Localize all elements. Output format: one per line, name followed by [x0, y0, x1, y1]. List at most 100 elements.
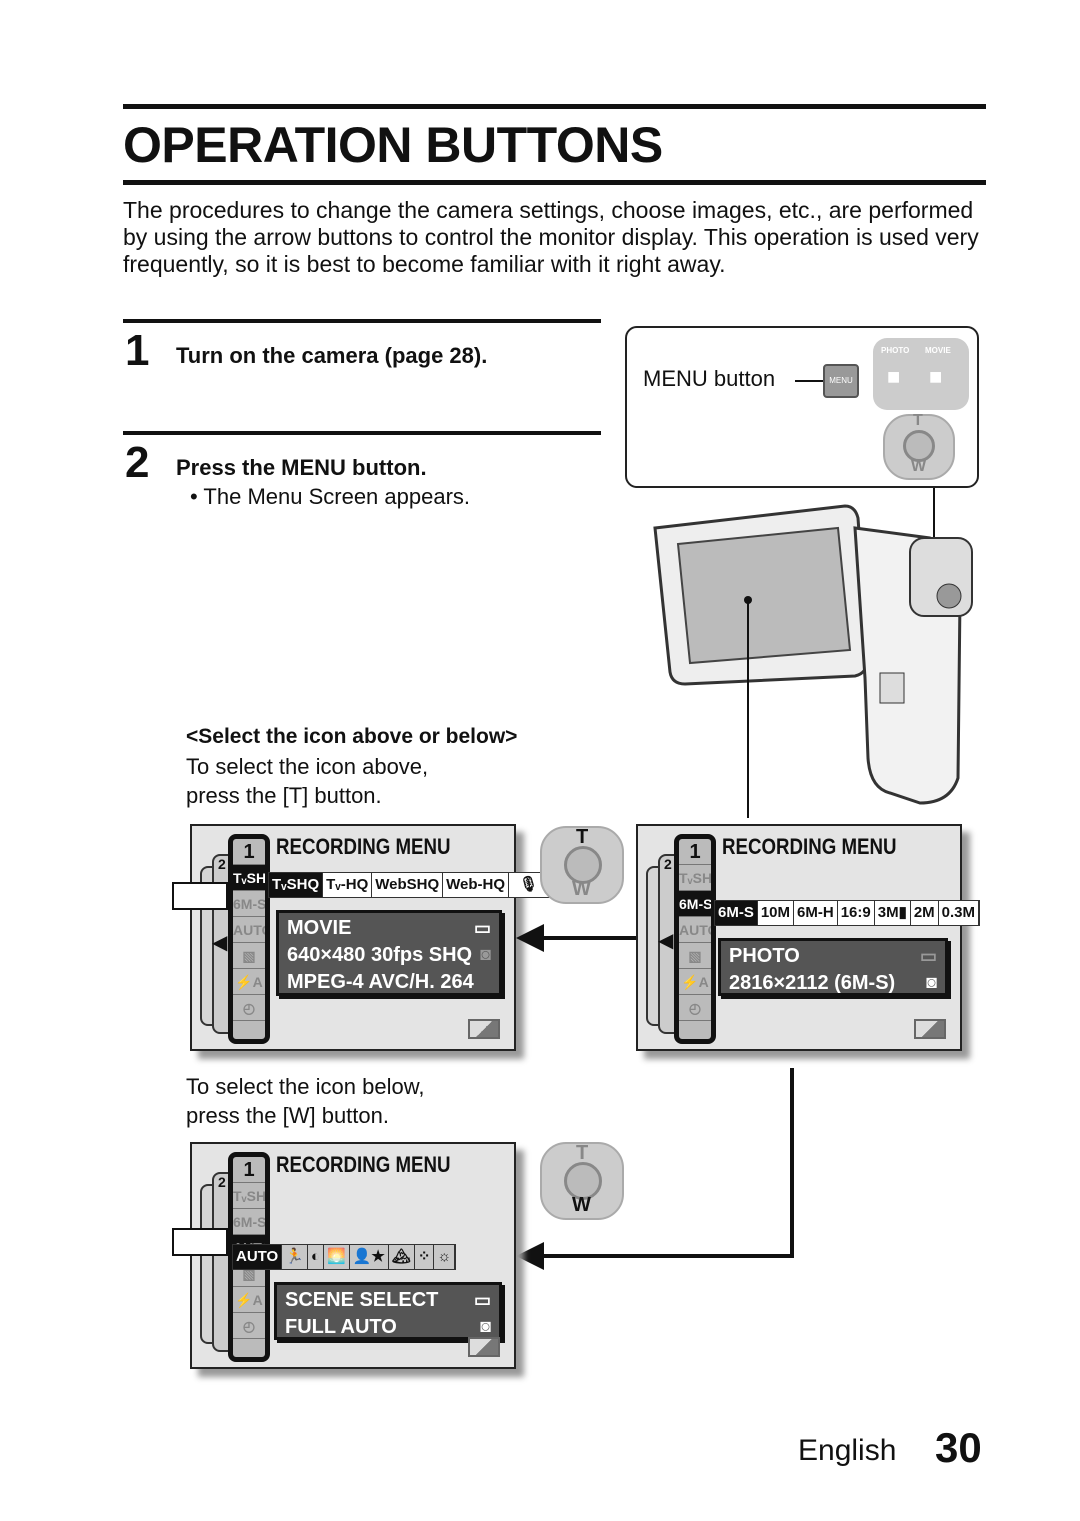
portrait-icon[interactable]: ◐ [308, 1245, 324, 1269]
option-icon[interactable]: 6M-S [715, 901, 758, 925]
movie-label: MOVIE [925, 346, 951, 355]
menu-flash[interactable]: ⚡A [233, 969, 265, 995]
sports-icon[interactable]: 🏃 [282, 1245, 308, 1269]
option-icon[interactable]: 2M [911, 901, 939, 925]
menu-flash[interactable]: ⚡A [233, 1287, 265, 1313]
screen-photo: 2 1 TᵥSHQ 6M-S AUTO ▧ ⚡A ◴ RECORDING MEN… [636, 824, 981, 1051]
step-1-number: 1 [125, 326, 150, 375]
mode-buttons: PHOTO MOVIE ■ ■ [873, 338, 969, 410]
info-panel: MOVIE 640×480 30fps SHQ MPEG-4 AVC/H. 26… [276, 910, 502, 996]
step-2-heading: Press the MENU button. [176, 455, 427, 480]
info-panel: PHOTO 2816×2112 (6M-S) ▭ ◙ [718, 938, 948, 996]
night-portrait-icon[interactable]: 👤★ [350, 1245, 389, 1269]
step-1-rule [123, 319, 601, 323]
arrow-line [540, 1254, 794, 1258]
menu-timer[interactable]: ◴ [233, 995, 265, 1021]
above-line-2: press the [T] button. [186, 783, 382, 808]
screen-title: RECORDING MENU [276, 1152, 451, 1177]
select-heading: <Select the icon above or below> [186, 725, 518, 748]
dial-t-pressed-icon: TW [540, 826, 624, 904]
screen-title: RECORDING MENU [276, 834, 451, 859]
leader-line [795, 380, 823, 382]
menu-flash[interactable]: ⚡A [679, 969, 711, 995]
battery-icon [468, 1337, 500, 1357]
video-icon[interactable]: ■ [929, 364, 942, 390]
step-2-rule [123, 431, 601, 435]
language-label: English [798, 1434, 897, 1467]
step-2-number: 2 [125, 438, 150, 487]
info-line: MPEG-4 AVC/H. 264 [287, 971, 474, 993]
step-2-bullet: • The Menu Screen appears. [190, 484, 471, 509]
arrow-line [540, 936, 636, 940]
intro-paragraph: The procedures to change the camera sett… [123, 197, 979, 277]
option-icon[interactable]: WebSHQ [372, 873, 444, 897]
info-line: 2816×2112 (6M-S) [729, 972, 896, 994]
info-line: 640×480 30fps SHQ [287, 944, 473, 966]
video-icon: ▭ [919, 946, 937, 966]
w-label: W [572, 878, 591, 900]
info-line: PHOTO [729, 945, 800, 967]
battery-icon [468, 1019, 500, 1039]
menu-resolution-photo[interactable]: 6M-S [679, 891, 711, 917]
video-icon: ▭ [473, 1290, 491, 1310]
option-icon[interactable]: 3M▮ [875, 901, 911, 925]
video-icon: ▭ [473, 918, 491, 938]
top-rule [123, 104, 986, 109]
menu-scene[interactable]: AUTO [679, 917, 711, 943]
below-line-2: press the [W] button. [186, 1103, 389, 1128]
tab-1[interactable]: 1 [233, 1157, 265, 1183]
tab-1-column: 1 TᵥSHQ 6M-S AUTO ▧ ⚡A ◴ [228, 834, 270, 1044]
camera-icon[interactable]: ■ [887, 364, 900, 390]
t-label: T [576, 1142, 589, 1164]
menu-resolution-movie[interactable]: TᵥSHQ [233, 1183, 265, 1209]
dial-w-pressed-icon: TW [540, 1142, 624, 1220]
menu-filter[interactable]: ▧ [679, 943, 711, 969]
pointer-arrow-icon [172, 1228, 228, 1256]
option-icon[interactable]: Web-HQ [443, 873, 510, 897]
option-icon[interactable]: 0.3M [939, 901, 980, 925]
menu-resolution-photo[interactable]: 6M-S [233, 1209, 265, 1235]
arrow-dial-icon[interactable]: T W [883, 412, 955, 480]
menu-filter[interactable]: ▧ [233, 943, 265, 969]
menu-scene[interactable]: AUTO [233, 917, 265, 943]
option-icon[interactable]: 6M-H [794, 901, 838, 925]
info-panel: SCENE SELECT FULL AUTO ▭ ◙ [274, 1282, 502, 1340]
arrow-head-icon [516, 1242, 544, 1270]
menu-timer[interactable]: ◴ [233, 1313, 265, 1339]
tab-1[interactable]: 1 [679, 839, 711, 865]
lamp-icon[interactable]: ☼ [434, 1245, 456, 1269]
tab-1-column: 1 TᵥSHQ 6M-S AUTO ▧ ⚡A ◴ [674, 834, 716, 1044]
menu-button-icon[interactable]: MENU [823, 364, 859, 398]
snow-beach-icon[interactable]: 🏔 [389, 1245, 415, 1269]
bullet-text: The Menu Screen appears. [203, 484, 471, 509]
menu-resolution-movie[interactable]: TᵥSHQ [679, 865, 711, 891]
pointer-arrow-icon [172, 882, 228, 910]
option-icon[interactable]: TᵥSHQ [269, 873, 324, 897]
left-triangle-icon: ◀ [658, 930, 674, 952]
t-label: T [576, 826, 589, 848]
page-title: OPERATION BUTTONS [123, 117, 663, 173]
tab-1[interactable]: 1 [233, 839, 265, 865]
menu-resolution-movie[interactable]: TᵥSHQ [233, 865, 265, 891]
page-number: 30 [935, 1424, 982, 1471]
fireworks-icon[interactable]: ⁘ [415, 1245, 435, 1269]
menu-timer[interactable]: ◴ [679, 995, 711, 1021]
icon-row: 6M-S 10M 6M-H 16:9 3M▮ 2M 0.3M [714, 900, 981, 926]
menu-resolution-photo[interactable]: 6M-S [233, 891, 265, 917]
screen-scene-select: 2 1 TᵥSHQ 6M-S AUTO ▧ ⚡A ◴ RECORDING MEN… [190, 1142, 516, 1369]
icon-row: TᵥSHQ Tᵥ-HQ WebSHQ Web-HQ 🎙 [268, 872, 551, 898]
option-icon[interactable]: AUTO [233, 1245, 283, 1269]
camera-icon: ◙ [480, 1316, 491, 1336]
landscape-icon[interactable]: 🌅 [324, 1245, 350, 1269]
title-rule [123, 180, 986, 185]
option-icon[interactable]: Tᵥ-HQ [323, 873, 373, 897]
w-label: W [572, 1194, 591, 1216]
arrow-line [790, 1068, 794, 1258]
option-icon[interactable]: 10M [758, 901, 795, 925]
option-icon[interactable]: 16:9 [838, 901, 875, 925]
icon-row: AUTO 🏃 ◐ 🌅 👤★ 🏔 ⁘ ☼ [232, 1244, 457, 1270]
w-label: W [911, 458, 927, 475]
menu-button-callout: MENU button MENU PHOTO MOVIE ■ ■ T W [625, 326, 979, 488]
info-line: MOVIE [287, 917, 352, 939]
battery-icon [914, 1019, 946, 1039]
